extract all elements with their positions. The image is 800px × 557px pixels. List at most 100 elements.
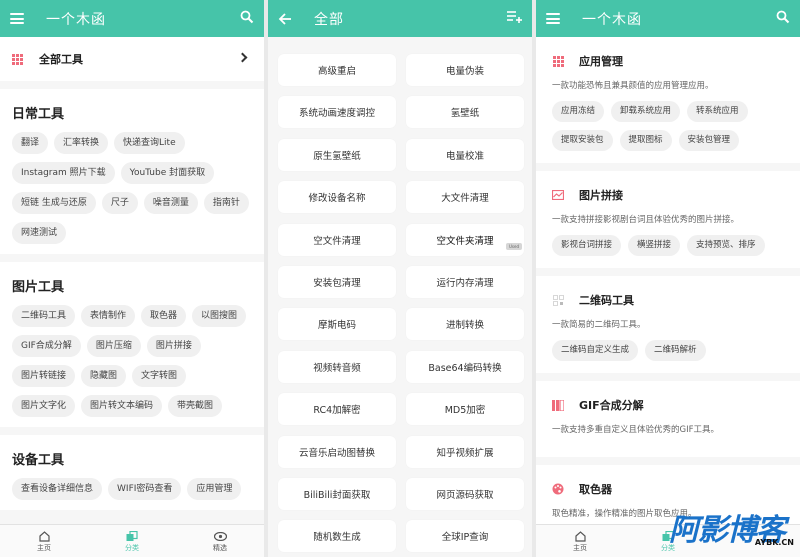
- tool-chip[interactable]: 尺子: [101, 192, 138, 214]
- gif-icon: [552, 399, 564, 411]
- tool-button[interactable]: 摩斯电码: [278, 308, 396, 341]
- tool-chip[interactable]: 快递查询Lite: [114, 132, 185, 154]
- bottom-nav: 主页 分类 精选: [0, 524, 264, 557]
- section-title: 日常工具: [12, 107, 65, 122]
- image-stitch-icon: [552, 189, 564, 201]
- tool-chip[interactable]: YouTube 封面获取: [120, 162, 215, 184]
- qrcode-icon: [552, 294, 564, 306]
- tool-button[interactable]: 随机数生成: [278, 520, 396, 553]
- menu-icon[interactable]: [10, 13, 24, 24]
- tool-button[interactable]: 云音乐启动图替换: [278, 435, 396, 468]
- tool-chip[interactable]: 应用管理: [187, 478, 242, 500]
- home-panel: 一个木函 全部工具 日常工具 翻译 汇率转换 快递查询Lite Instagra…: [0, 0, 264, 557]
- tool-button[interactable]: 网页源码获取: [406, 477, 524, 510]
- feature-chip[interactable]: 提取安装包: [552, 130, 613, 151]
- tool-chip[interactable]: 文字转图: [132, 365, 187, 387]
- tool-button[interactable]: 进制转换: [406, 308, 524, 341]
- palette-icon: [552, 483, 564, 495]
- all-tools-row[interactable]: 全部工具: [0, 37, 264, 81]
- tool-button[interactable]: 大文件清理: [406, 181, 524, 214]
- nav-category[interactable]: 分类: [88, 525, 176, 557]
- app-bar: 一个木函: [0, 0, 264, 37]
- back-arrow-icon[interactable]: [278, 12, 292, 25]
- tool-chip[interactable]: 图片拼接: [146, 335, 201, 357]
- tool-chip[interactable]: 图片压缩: [86, 335, 141, 357]
- section-title: 图片工具: [12, 280, 65, 295]
- card-description: 一款支持多重自定义且体验优秀的GIF工具。: [552, 425, 719, 435]
- feature-chip[interactable]: 二维码自定义生成: [552, 340, 639, 361]
- tool-card-gif[interactable]: GIF合成分解 一款支持多重自定义且体验优秀的GIF工具。: [536, 381, 800, 457]
- tool-chip[interactable]: WIFI密码查看: [108, 478, 182, 500]
- tool-button[interactable]: 知乎视频扩展: [406, 435, 524, 468]
- tool-chip[interactable]: 查看设备详细信息: [12, 478, 103, 500]
- nav-featured[interactable]: 精选: [176, 525, 264, 557]
- all-tools-panel: 全部 高级重启 电量伪装 系统动画速度调控 氢壁纸 原生氢壁纸 电量校准 修改设…: [268, 0, 532, 557]
- tool-button[interactable]: 氢壁纸: [406, 96, 524, 129]
- card-title: 图片拼接: [579, 189, 623, 202]
- device-tools-section: 设备工具 查看设备详细信息 WIFI密码查看 应用管理: [0, 435, 264, 510]
- tool-chip[interactable]: 网速测试: [12, 222, 67, 244]
- tool-chip[interactable]: 汇率转换: [54, 132, 109, 154]
- search-icon[interactable]: [776, 10, 790, 24]
- tool-chip[interactable]: 带壳截图: [168, 395, 223, 417]
- feature-chip[interactable]: 应用冻结: [552, 101, 605, 122]
- tool-chip[interactable]: 噪音测量: [143, 192, 198, 214]
- nav-label: 主页: [573, 543, 587, 552]
- feature-chip[interactable]: 横竖拼接: [628, 235, 681, 256]
- tool-card-image-stitch[interactable]: 图片拼接 一款支持拼接影视剧台词且体验优秀的图片拼接。 影视台词拼接 横竖拼接 …: [536, 171, 800, 268]
- watermark-domain: AYBK.CN: [754, 538, 794, 547]
- tool-button[interactable]: Base64编码转换: [406, 350, 524, 383]
- tool-button[interactable]: BiliBili封面获取: [278, 477, 396, 510]
- card-title: GIF合成分解: [579, 399, 644, 412]
- tool-chip[interactable]: 图片转文本编码: [81, 395, 163, 417]
- tool-card-qrcode[interactable]: 二维码工具 一款简易的二维码工具。 二维码自定义生成 二维码解析: [536, 276, 800, 373]
- feature-chip[interactable]: 影视台词拼接: [552, 235, 622, 256]
- tool-chip[interactable]: GIF合成分解: [12, 335, 81, 357]
- watermark-logo: 阿影博客 AYBK.CN: [669, 505, 794, 549]
- tool-button-used[interactable]: 空文件夹清理 Used: [406, 223, 524, 256]
- tool-button[interactable]: 电量伪装: [406, 54, 524, 86]
- tool-chip[interactable]: 翻译: [12, 132, 49, 154]
- tool-chip[interactable]: 以图搜图: [192, 305, 247, 327]
- tool-button[interactable]: 高级重启: [278, 54, 396, 86]
- tool-button[interactable]: 视频转音频: [278, 350, 396, 383]
- feature-chip[interactable]: 安装包管理: [678, 130, 740, 151]
- page-title: 全部: [314, 11, 344, 28]
- feature-chip[interactable]: 支持预览、排序: [687, 235, 765, 256]
- tool-chip[interactable]: 图片转链接: [12, 365, 76, 387]
- menu-icon[interactable]: [546, 13, 560, 24]
- tool-chip[interactable]: 短链 生成与还原: [12, 192, 96, 214]
- nav-home[interactable]: 主页: [0, 525, 88, 557]
- tool-button[interactable]: MD5加密: [406, 393, 524, 426]
- tool-card-app-manager[interactable]: 应用管理 一款功能恐怖且兼具颜值的应用管理应用。 应用冻结 卸载系统应用 转系统…: [536, 37, 800, 163]
- tool-chip[interactable]: 取色器: [141, 305, 187, 327]
- card-title: 应用管理: [579, 55, 623, 68]
- feature-chip[interactable]: 二维码解析: [645, 340, 706, 361]
- tool-chip[interactable]: 指南针: [203, 192, 249, 214]
- tool-chip[interactable]: 表情制作: [81, 305, 136, 327]
- tool-chip[interactable]: Instagram 照片下载: [12, 162, 115, 184]
- tool-button[interactable]: 系统动画速度调控: [278, 96, 396, 129]
- tool-chip[interactable]: 二维码工具: [12, 305, 76, 327]
- tool-button[interactable]: 全球IP查询: [406, 520, 524, 553]
- grid-icon: [12, 53, 23, 65]
- tool-button[interactable]: RC4加解密: [278, 393, 396, 426]
- nav-home[interactable]: 主页: [536, 525, 624, 557]
- image-tools-section: 图片工具 二维码工具 表情制作 取色器 以图搜图 GIF合成分解 图片压缩 图片…: [0, 262, 264, 427]
- tool-button[interactable]: 原生氢壁纸: [278, 138, 396, 171]
- feature-chip[interactable]: 卸载系统应用: [611, 101, 681, 122]
- nav-label: 主页: [37, 543, 51, 552]
- tool-button[interactable]: 运行内存清理: [406, 265, 524, 298]
- search-icon[interactable]: [240, 10, 254, 24]
- tool-button[interactable]: 安装包清理: [278, 265, 396, 298]
- tool-button[interactable]: 电量校准: [406, 138, 524, 171]
- tool-button[interactable]: 修改设备名称: [278, 181, 396, 214]
- feature-chip[interactable]: 转系统应用: [687, 101, 748, 122]
- tool-chip[interactable]: 图片文字化: [12, 395, 76, 417]
- tool-button[interactable]: 空文件清理: [278, 223, 396, 256]
- nav-label: 精选: [213, 543, 227, 552]
- feature-chip[interactable]: 提取图标: [619, 130, 672, 151]
- app-bar: 全部: [268, 0, 532, 37]
- tool-chip[interactable]: 隐藏图: [81, 365, 127, 387]
- playlist-add-icon[interactable]: [507, 10, 522, 23]
